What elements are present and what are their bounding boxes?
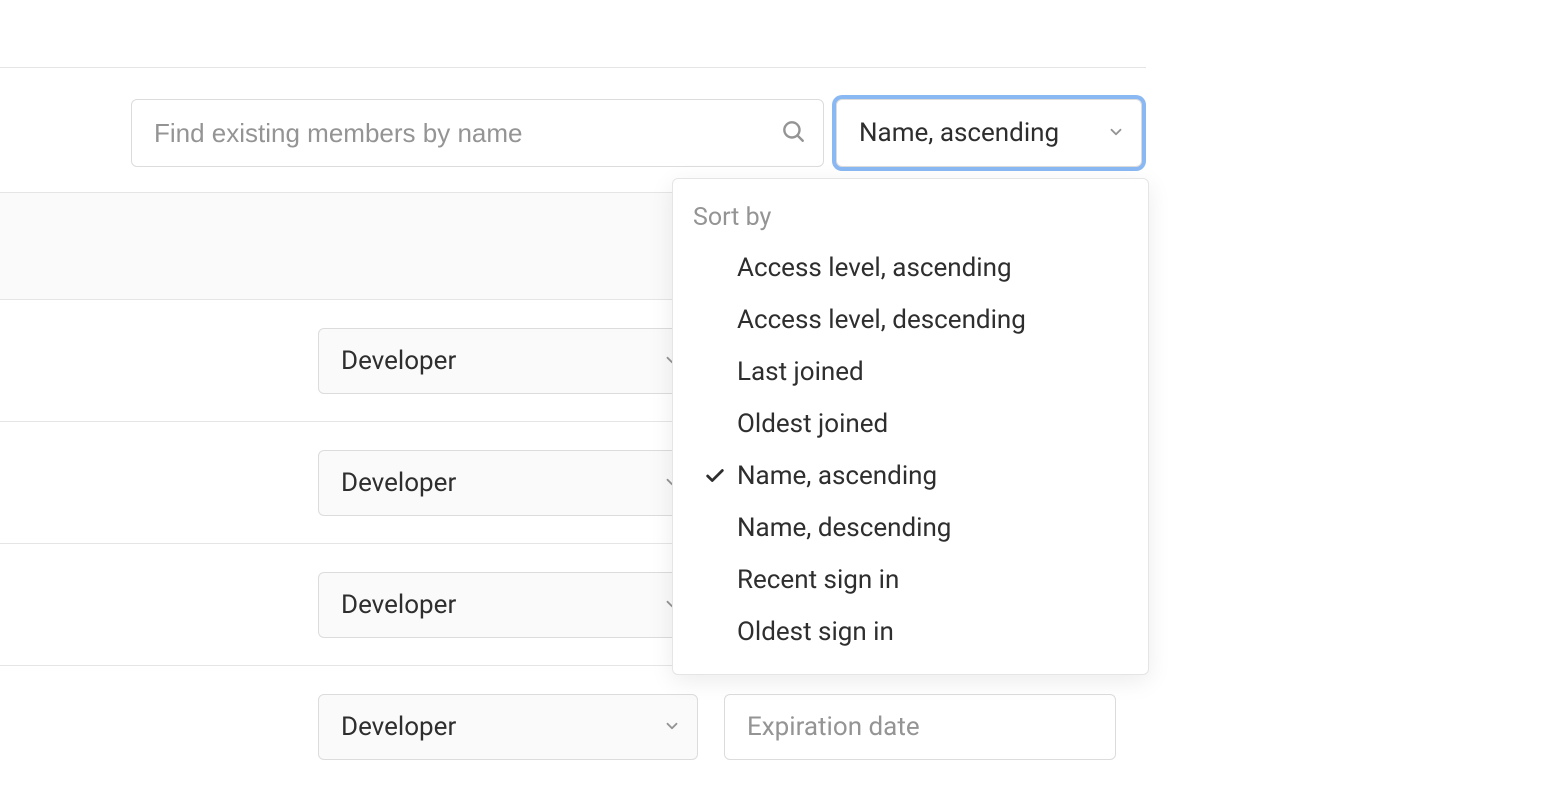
sort-option-name-asc[interactable]: Name, ascending	[673, 450, 1148, 502]
sort-current-label: Name, ascending	[859, 118, 1059, 148]
option-label: Name, descending	[737, 513, 951, 543]
table-row: Developer	[0, 300, 672, 422]
divider	[0, 67, 1146, 68]
sort-option-oldest-joined[interactable]: Oldest joined	[673, 398, 1148, 450]
option-label: Recent sign in	[737, 565, 899, 595]
table-header-band	[0, 192, 672, 300]
chevron-down-icon	[1107, 118, 1125, 148]
search-wrap	[131, 99, 824, 167]
dropdown-header: Sort by	[673, 189, 1148, 242]
expiration-placeholder: Expiration date	[747, 712, 920, 742]
role-label: Developer	[341, 712, 456, 742]
sort-option-access-asc[interactable]: Access level, ascending	[673, 242, 1148, 294]
search-icon	[780, 118, 806, 148]
role-select[interactable]: Developer	[318, 450, 698, 516]
chevron-down-icon	[663, 712, 681, 742]
option-label: Access level, descending	[737, 305, 1026, 335]
role-label: Developer	[341, 590, 456, 620]
sort-option-oldest-signin[interactable]: Oldest sign in	[673, 606, 1148, 658]
sort-option-last-joined[interactable]: Last joined	[673, 346, 1148, 398]
option-label: Name, ascending	[737, 461, 937, 491]
table-row: Developer	[0, 422, 672, 544]
sort-option-access-desc[interactable]: Access level, descending	[673, 294, 1148, 346]
role-select[interactable]: Developer	[318, 694, 698, 760]
table-row: Developer	[0, 544, 672, 666]
check-icon	[693, 465, 737, 487]
members-toolbar: Name, ascending	[131, 99, 1142, 167]
role-select[interactable]: Developer	[318, 328, 698, 394]
role-select[interactable]: Developer	[318, 572, 698, 638]
option-label: Last joined	[737, 357, 864, 387]
option-label: Access level, ascending	[737, 253, 1012, 283]
sort-option-recent-signin[interactable]: Recent sign in	[673, 554, 1148, 606]
sort-option-name-desc[interactable]: Name, descending	[673, 502, 1148, 554]
expiration-date-input[interactable]: Expiration date	[724, 694, 1116, 760]
member-rows: Developer Developer Developer	[0, 300, 672, 666]
role-label: Developer	[341, 346, 456, 376]
table-row: Developer Expiration date	[0, 666, 1150, 788]
sort-dropdown-button[interactable]: Name, ascending	[836, 99, 1142, 167]
sort-dropdown-menu: Sort by Access level, ascending Access l…	[672, 178, 1149, 675]
option-label: Oldest sign in	[737, 617, 894, 647]
role-label: Developer	[341, 468, 456, 498]
option-label: Oldest joined	[737, 409, 888, 439]
search-input[interactable]	[131, 99, 824, 167]
